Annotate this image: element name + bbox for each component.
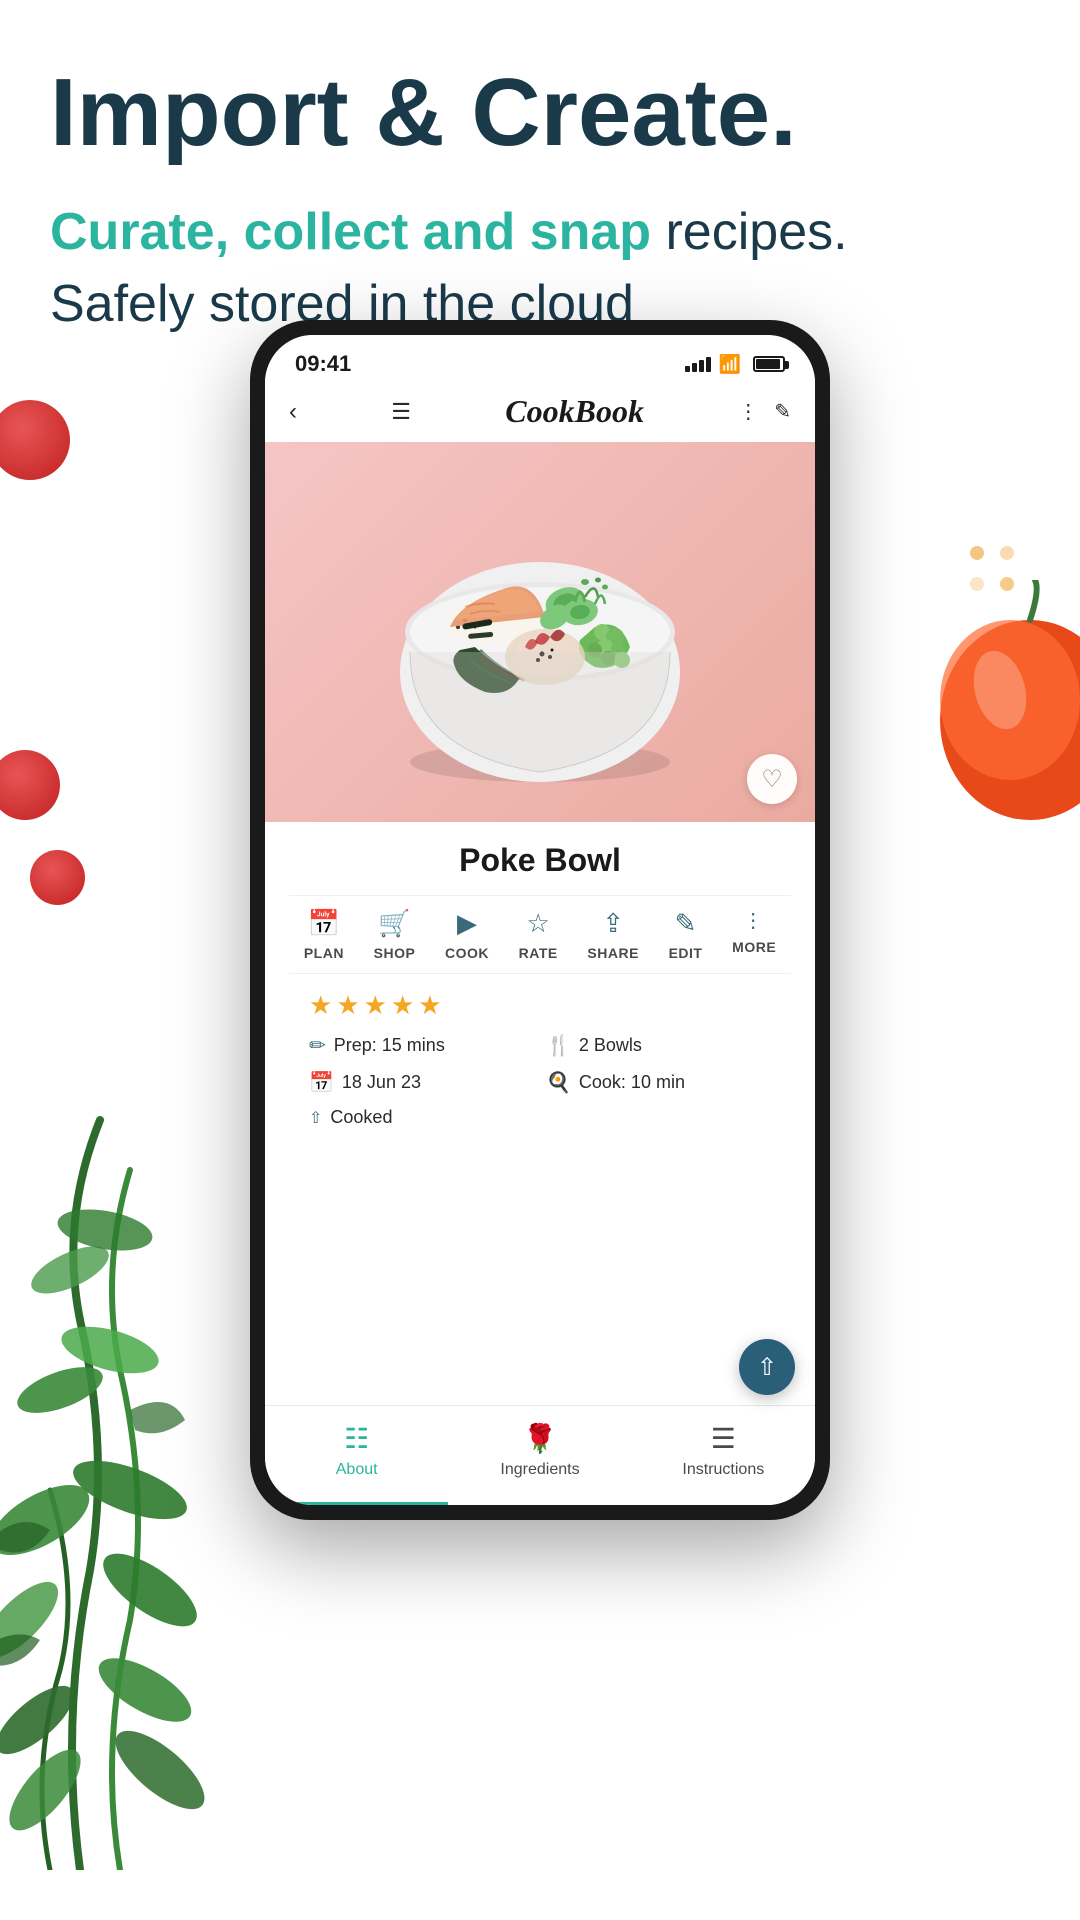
cherry-decoration-low [30, 850, 85, 905]
cook-time: Cook: 10 min [579, 1072, 685, 1093]
back-button[interactable]: ‹ [289, 398, 297, 426]
star-1: ★ [309, 990, 332, 1021]
cooked-icon: ⇧ [309, 1108, 322, 1128]
share-button[interactable]: ⇪ SHARE [587, 908, 639, 961]
play-icon: ▶ [457, 908, 477, 939]
hamburger-menu-button[interactable]: ☰ [391, 399, 411, 425]
calendar-icon: 📅 [308, 908, 340, 939]
cook-icon: 🍳 [546, 1070, 571, 1095]
subtitle-highlight: Curate, collect and snap [50, 203, 651, 261]
date-row: 📅 18 Jun 23 [309, 1070, 534, 1095]
cooked-row: ⇧ Cooked [309, 1107, 534, 1128]
star-4: ★ [391, 990, 414, 1021]
battery-icon [753, 356, 785, 372]
heart-icon: ♡ [761, 765, 783, 794]
stars-row: ★ ★ ★ ★ ★ [309, 990, 771, 1021]
edit-icon: ✎ [675, 908, 697, 939]
cook-time-row: 🍳 Cook: 10 min [546, 1070, 771, 1095]
bottom-nav: ☷ About 🌹 Ingredients ☰ Instructions [265, 1405, 815, 1505]
ingredients-icon: 🌹 [523, 1422, 558, 1455]
plan-button[interactable]: 📅 PLAN [304, 908, 344, 961]
date-icon: 📅 [309, 1070, 334, 1095]
recipe-name: Poke Bowl [289, 842, 791, 879]
prep-time-row: ✏ Prep: 15 mins [309, 1033, 534, 1058]
toolbar-right: ⋮ ✎ [738, 399, 791, 424]
shop-label: SHOP [374, 945, 416, 961]
status-bar: 09:41 📶 [265, 335, 815, 385]
cook-label: COOK [445, 945, 489, 961]
star-icon: ☆ [527, 908, 550, 939]
wifi-icon: 📶 [719, 354, 741, 375]
basket-icon: 🛒 [378, 908, 410, 939]
cooked-text: Cooked [330, 1107, 392, 1128]
edit-action-button[interactable]: ✎ EDIT [669, 908, 703, 961]
recipe-info: Poke Bowl 📅 PLAN 🛒 SHOP ▶ COOK ☆ R [265, 822, 815, 1144]
signal-icon [685, 357, 711, 372]
nav-instructions[interactable]: ☰ Instructions [632, 1422, 815, 1479]
nav-about[interactable]: ☷ About [265, 1422, 448, 1479]
servings-icon: 🍴 [546, 1033, 571, 1058]
status-time: 09:41 [295, 351, 351, 377]
poke-bowl-illustration [380, 472, 700, 792]
plan-label: PLAN [304, 945, 344, 961]
cook-button[interactable]: ▶ COOK [445, 908, 489, 961]
more-dots-icon: ⋮ [743, 908, 765, 933]
main-title: Import & Create. [50, 60, 1030, 166]
scroll-up-button[interactable]: ⇧ [739, 1339, 795, 1395]
stats-section: ★ ★ ★ ★ ★ ✏ Prep: 15 mins 🍴 2 Bowls 📅 18… [289, 974, 791, 1144]
edit-button[interactable]: ✎ [774, 399, 791, 424]
prep-time: Prep: 15 mins [334, 1035, 445, 1056]
servings-text: 2 Bowls [579, 1035, 642, 1056]
app-toolbar: ‹ ☰ CookBook ⋮ ✎ [265, 385, 815, 442]
phone-screen: 09:41 📶 ‹ ☰ CookBook [265, 335, 815, 1505]
rate-label: RATE [519, 945, 558, 961]
app-logo: CookBook [505, 393, 644, 430]
phone-mockup: 09:41 📶 ‹ ☰ CookBook [250, 320, 830, 1520]
about-label: About [336, 1461, 378, 1479]
about-icon: ☷ [344, 1422, 369, 1455]
nav-ingredients[interactable]: 🌹 Ingredients [448, 1422, 631, 1479]
more-label: MORE [732, 939, 776, 955]
shop-button[interactable]: 🛒 SHOP [374, 908, 416, 961]
instructions-icon: ☰ [711, 1422, 736, 1455]
star-2: ★ [336, 990, 359, 1021]
chevron-up-icon: ⇧ [757, 1353, 777, 1382]
prep-icon: ✏ [309, 1033, 326, 1058]
servings-row: 🍴 2 Bowls [546, 1033, 771, 1058]
recipe-image: ♡ [265, 442, 815, 822]
ingredients-label: Ingredients [500, 1461, 579, 1479]
nav-active-indicator [265, 1502, 448, 1505]
cherry-decoration-top [0, 400, 70, 480]
share-icon: ⇪ [602, 908, 624, 939]
pepper-decoration [930, 580, 1080, 825]
header-section: Import & Create. Curate, collect and sna… [0, 0, 1080, 371]
cherry-decoration-mid [0, 750, 60, 820]
more-button[interactable]: ⋮ MORE [732, 908, 776, 961]
instructions-label: Instructions [682, 1461, 764, 1479]
share-label: SHARE [587, 945, 639, 961]
action-row: 📅 PLAN 🛒 SHOP ▶ COOK ☆ RATE ⇪ SHARE [289, 895, 791, 974]
status-icons: 📶 [685, 354, 785, 375]
rate-button[interactable]: ☆ RATE [519, 908, 558, 961]
star-3: ★ [364, 990, 387, 1021]
edit-label: EDIT [669, 945, 703, 961]
more-options-button[interactable]: ⋮ [738, 399, 758, 424]
star-5: ★ [418, 990, 441, 1021]
favorite-button[interactable]: ♡ [747, 754, 797, 804]
date-text: 18 Jun 23 [342, 1072, 421, 1093]
